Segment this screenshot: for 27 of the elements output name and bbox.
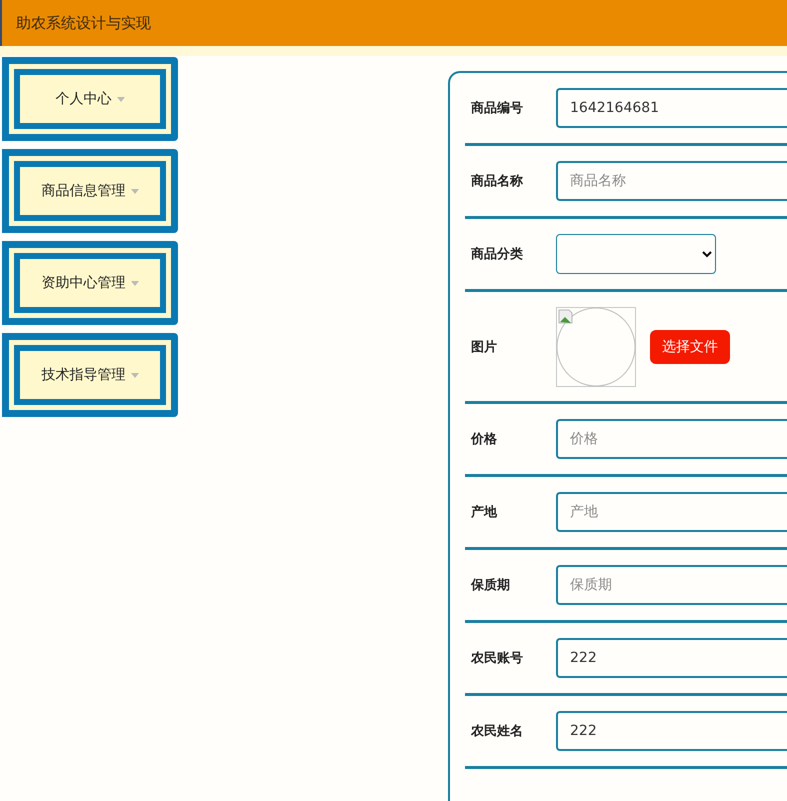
field-label: 商品编号: [470, 100, 524, 117]
input-field[interactable]: 商品名称: [556, 161, 787, 201]
app-title: 助农系统设计与实现: [16, 14, 151, 32]
field-label: 农民姓名: [470, 723, 524, 740]
field-label: 图片: [470, 338, 498, 356]
field-label: 农民账号: [470, 650, 524, 667]
input-field[interactable]: 222: [556, 711, 787, 751]
menu-item[interactable]: 商品信息管理: [20, 167, 160, 215]
caret-icon: [130, 280, 138, 286]
caret-icon: [130, 372, 138, 378]
caret-icon: [130, 188, 138, 194]
input-field[interactable]: 产地: [556, 492, 787, 532]
field-label: 产地: [470, 504, 498, 521]
input-field[interactable]: 222: [556, 638, 787, 678]
menu-item[interactable]: 个人中心: [20, 75, 160, 123]
category-select[interactable]: [556, 234, 716, 274]
input-field[interactable]: 保质期: [556, 565, 787, 605]
menu-item[interactable]: 技术指导管理: [20, 351, 160, 399]
field-label: 商品名称: [470, 172, 524, 190]
caret-icon: [116, 96, 124, 102]
field-label: 商品分类: [470, 246, 524, 263]
field-label: 保质期: [470, 577, 511, 594]
field-label: 价格: [470, 431, 498, 448]
input-field[interactable]: 1642164681: [556, 88, 787, 128]
choose-file-button[interactable]: 选择文件: [650, 330, 730, 364]
input-field[interactable]: 价格: [556, 419, 787, 459]
menu-item[interactable]: 资助中心管理: [20, 259, 160, 307]
